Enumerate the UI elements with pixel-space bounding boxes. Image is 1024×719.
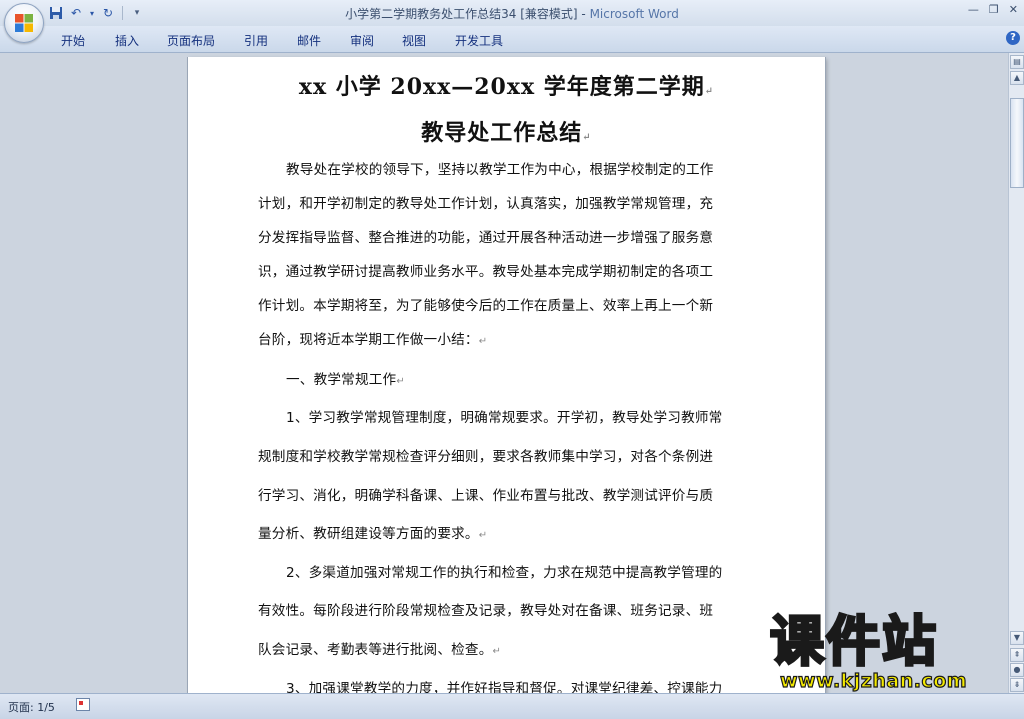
body-line: 队会记录、考勤表等进行批阅、检查。↵: [258, 642, 502, 658]
proofing-icon[interactable]: [76, 698, 90, 711]
app-name: Microsoft Word: [589, 7, 679, 21]
body-line: 教导处在学校的领导下，坚持以教学工作为中心，根据学校制定的工作: [286, 162, 714, 178]
previous-page-icon[interactable]: ⇞: [1010, 648, 1024, 662]
tab-references[interactable]: 引用: [244, 32, 268, 49]
help-icon[interactable]: ?: [1006, 31, 1020, 45]
next-page-icon[interactable]: ⇟: [1010, 678, 1024, 692]
body-line: 1、学习教学常规管理制度，明确常规要求。开学初，教导处学习教师常: [286, 410, 723, 426]
ribbon-tabs: 开始 插入 页面布局 引用 邮件 审阅 视图 开发工具 ?: [0, 26, 1024, 53]
ruler-toggle-icon[interactable]: ▤: [1010, 55, 1024, 69]
body-line: 分发挥指导监督、整合推进的功能，通过开展各种活动进一步增强了服务意: [258, 230, 714, 246]
watermark-title: 课件站: [769, 610, 938, 673]
scroll-up-icon[interactable]: ▲: [1010, 71, 1024, 85]
window-title: 小学第二学期教务处工作总结34 [兼容模式] - Microsoft Word: [345, 7, 679, 21]
tab-mailings[interactable]: 邮件: [297, 32, 321, 49]
body-line: 行学习、消化，明确学科备课、上课、作业布置与批改、教学测试评价与质: [258, 488, 714, 504]
window-controls: — ❐ ✕: [968, 3, 1018, 16]
document-heading-2: 教导处工作总结↵: [421, 120, 592, 146]
vertical-scrollbar[interactable]: ▤ ▲ ▼ ⇞ ● ⇟: [1008, 53, 1024, 693]
tab-page-layout[interactable]: 页面布局: [167, 32, 215, 49]
restore-icon[interactable]: ❐: [989, 3, 999, 16]
body-line: 3、加强课堂教学的力度，并作好指导和督促。对课堂纪律差、控课能力: [286, 681, 723, 693]
body-line: 作计划。本学期将至，为了能够使今后的工作在质量上、效率上再上一个新: [258, 298, 714, 314]
watermark-logo: 课件站 www.kjzhan.com: [769, 610, 1008, 693]
status-bar: 页面: 1/5: [0, 693, 1024, 719]
tab-insert[interactable]: 插入: [115, 32, 139, 49]
body-line: 台阶，现将近本学期工作做一小结：↵: [258, 332, 488, 348]
document-workspace: xx 小学 20xx—20xx 学年度第二学期↵ 教导处工作总结↵ 教导处在学校…: [0, 53, 1008, 693]
body-line: 2、多渠道加强对常规工作的执行和检查，力求在规范中提高教学管理的: [286, 565, 723, 581]
tab-developer[interactable]: 开发工具: [455, 32, 503, 49]
select-browse-object-icon[interactable]: ●: [1010, 663, 1024, 677]
body-line: 规制度和学校教学常规检查评分细则，要求各教师集中学习，对各个条例进: [258, 449, 714, 465]
scroll-thumb[interactable]: [1010, 98, 1024, 188]
body-line: 量分析、教研组建设等方面的要求。↵: [258, 526, 488, 542]
tab-review[interactable]: 审阅: [350, 32, 374, 49]
document-heading-1: xx 小学 20xx—20xx 学年度第二学期↵: [298, 74, 715, 100]
tab-view[interactable]: 视图: [402, 32, 426, 49]
body-line: 识，通过教学研讨提高教师业务水平。教导处基本完成学期初制定的各项工: [258, 264, 714, 280]
document-name: 小学第二学期教务处工作总结34 [兼容模式]: [345, 7, 578, 21]
document-page[interactable]: xx 小学 20xx—20xx 学年度第二学期↵ 教导处工作总结↵ 教导处在学校…: [188, 57, 825, 693]
close-icon[interactable]: ✕: [1009, 3, 1018, 16]
page-count[interactable]: 页面: 1/5: [8, 699, 55, 715]
scroll-down-icon[interactable]: ▼: [1010, 631, 1024, 645]
body-line: 计划，和开学初制定的教导处工作计划，认真落实，加强教学常规管理，充: [258, 196, 714, 212]
title-bar: ↶ ▾ ↻ ▾ 小学第二学期教务处工作总结34 [兼容模式] - Microso…: [0, 0, 1024, 26]
office-button[interactable]: [4, 3, 44, 43]
watermark-url: www.kjzhan.com: [779, 669, 968, 692]
section-heading: 一、教学常规工作↵: [286, 372, 405, 388]
minimize-icon[interactable]: —: [968, 3, 979, 16]
tab-home[interactable]: 开始: [61, 32, 85, 49]
body-line: 有效性。每阶段进行阶段常规检查及记录，教导处对在备课、班务记录、班: [258, 603, 714, 619]
office-logo-icon: [15, 14, 33, 32]
